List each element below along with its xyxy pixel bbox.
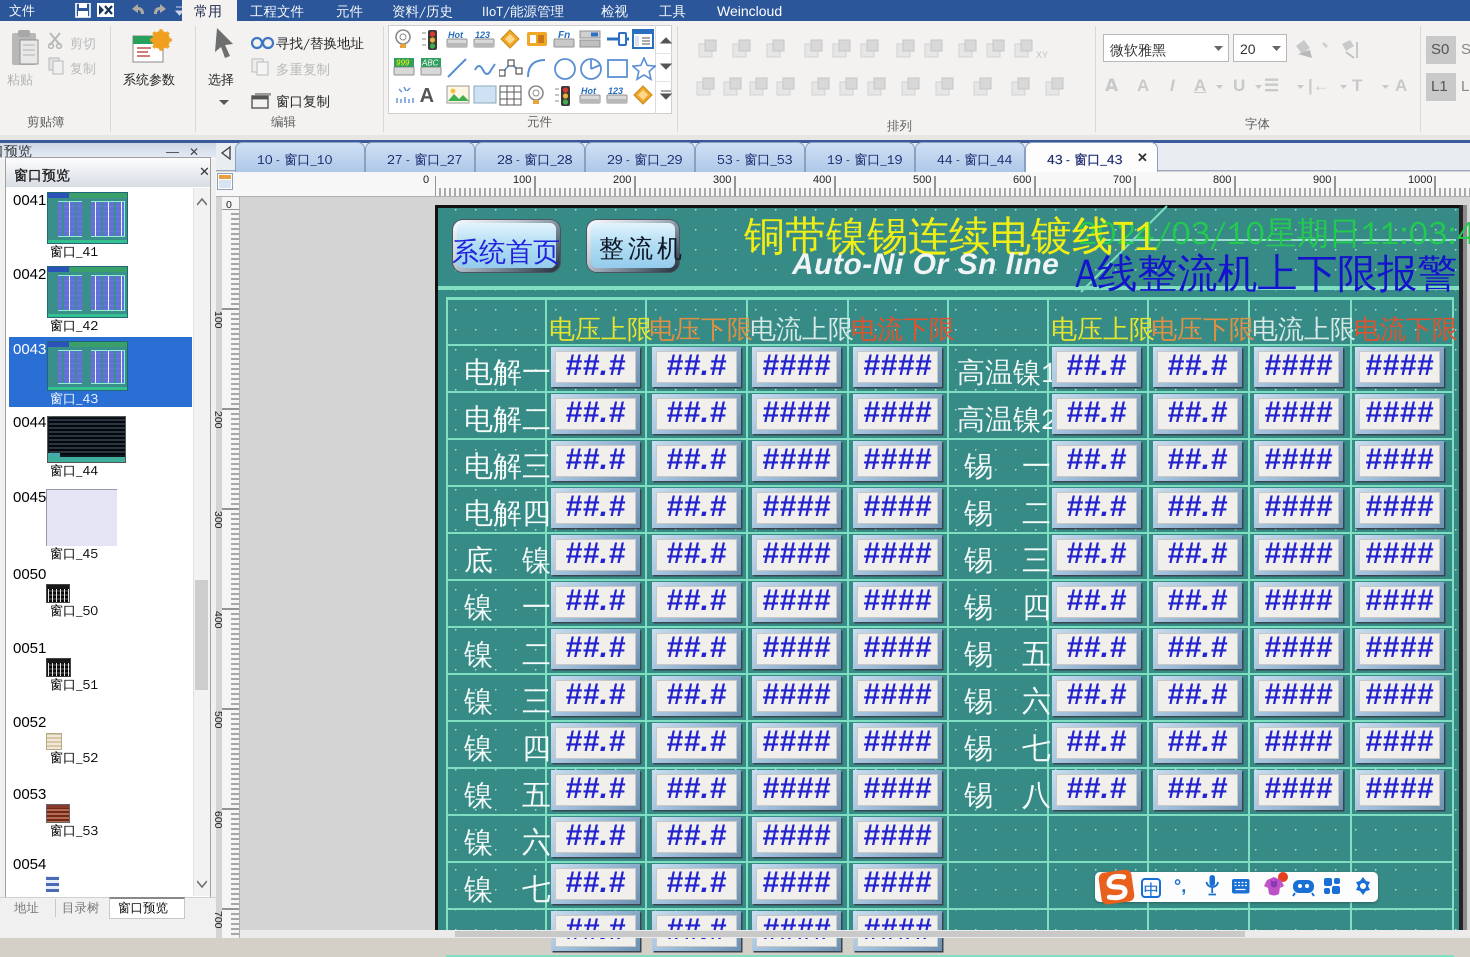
svg-text:Fn: Fn: [558, 30, 570, 41]
svg-text:Hot: Hot: [581, 86, 597, 96]
svg-text:123: 123: [475, 30, 490, 40]
svg-text:ABC: ABC: [421, 59, 439, 68]
svg-text:999: 999: [396, 59, 410, 68]
svg-text:123: 123: [608, 86, 623, 96]
svg-text:Hot: Hot: [448, 30, 464, 40]
